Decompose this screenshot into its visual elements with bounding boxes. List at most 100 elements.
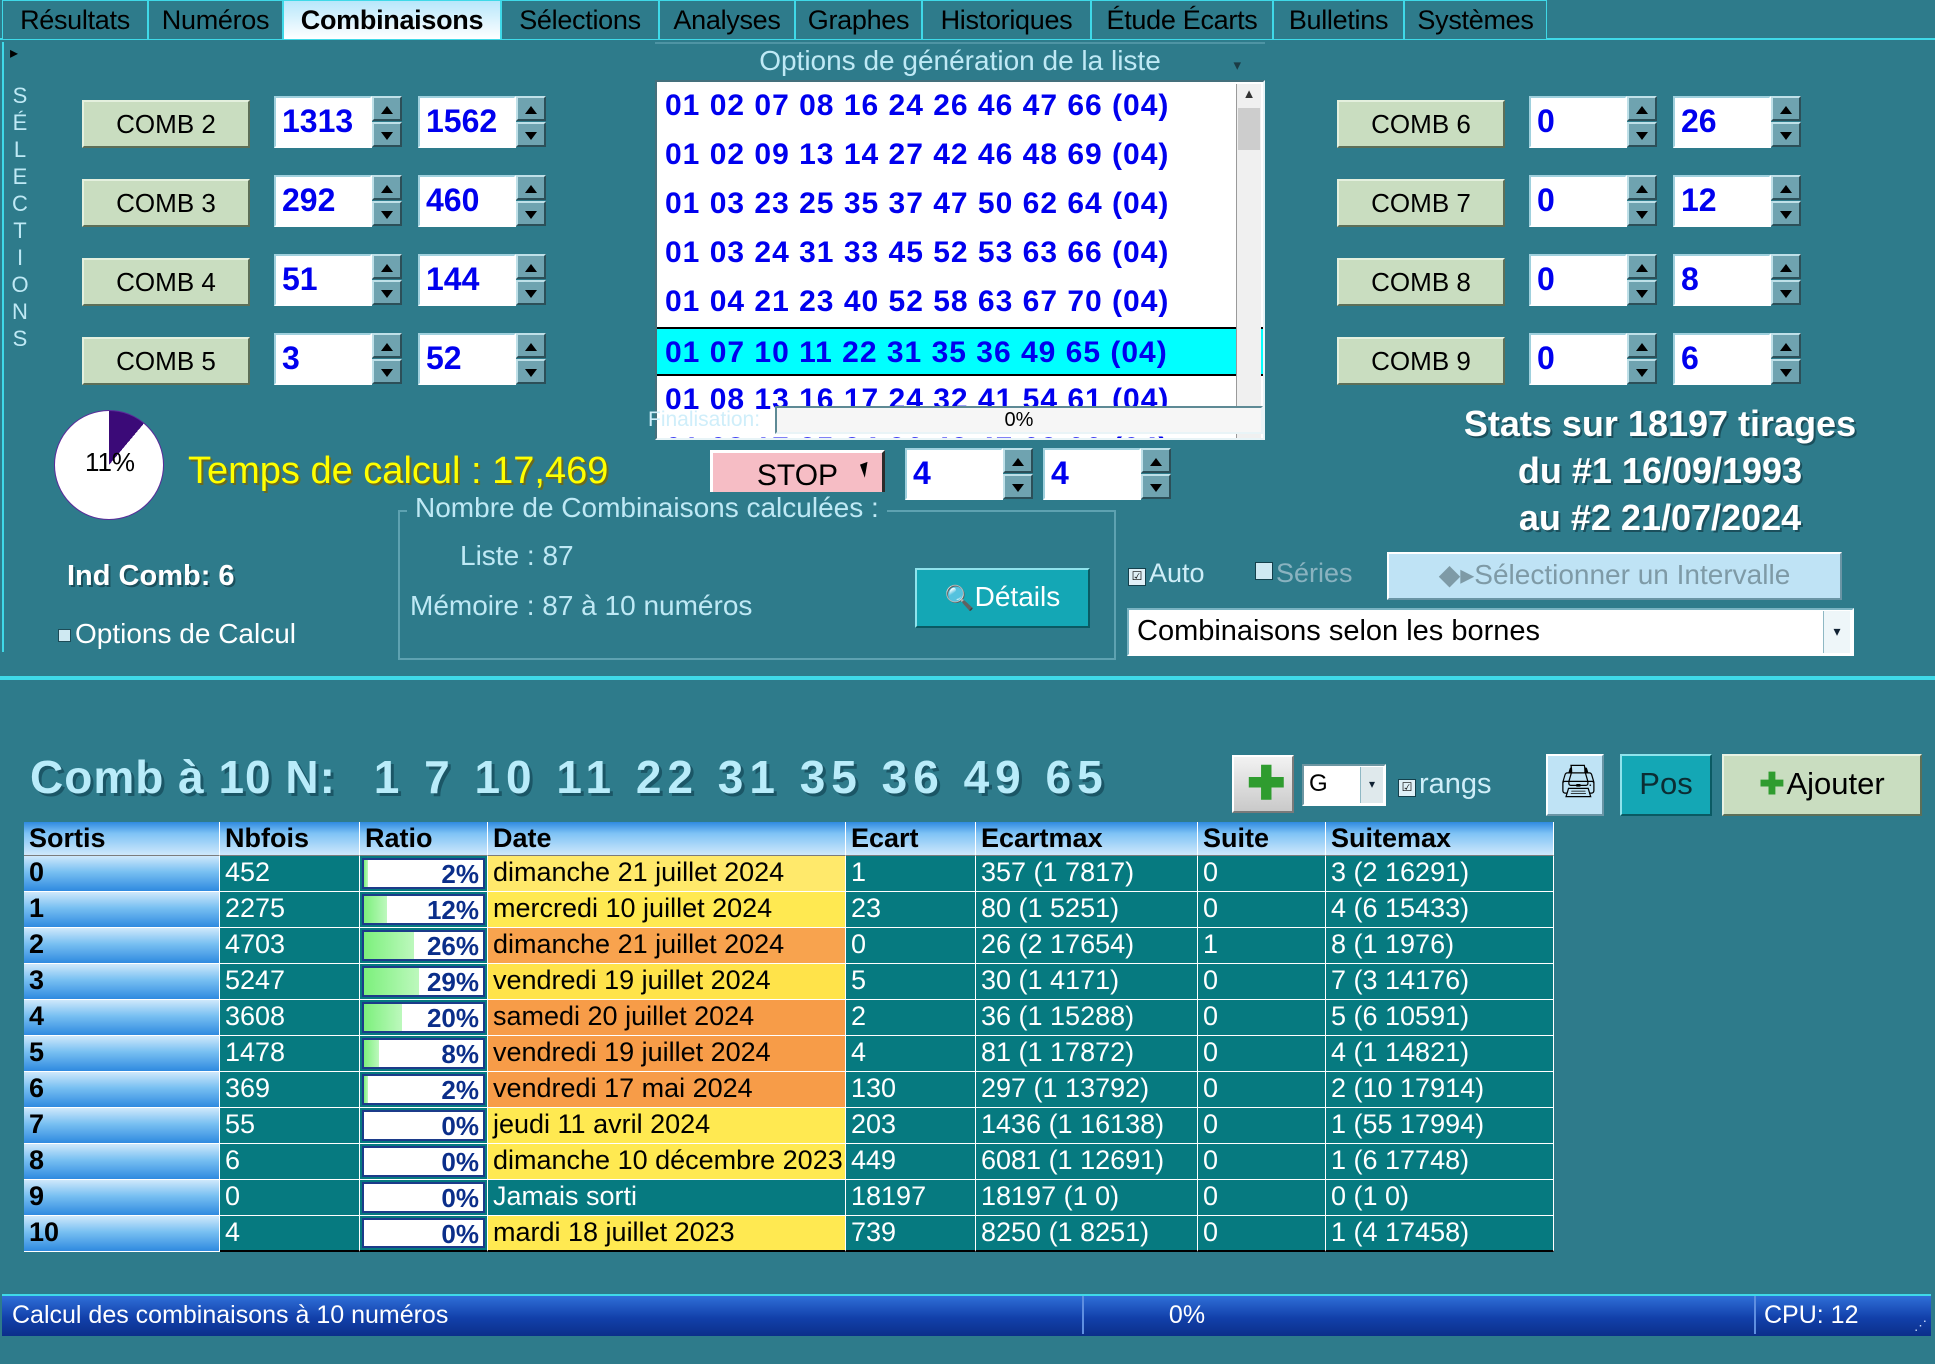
spinner-down-icon[interactable] bbox=[1141, 474, 1171, 499]
spinner-down-icon[interactable] bbox=[1627, 280, 1657, 305]
tab-syst-mes[interactable]: Systèmes bbox=[1404, 0, 1547, 40]
comb-5-max-input[interactable]: 52 bbox=[418, 333, 516, 385]
spinner-down-icon[interactable] bbox=[1003, 474, 1033, 499]
spinner-up-icon[interactable] bbox=[1003, 448, 1033, 473]
comb-3-min-input[interactable]: 292 bbox=[274, 175, 372, 227]
list-item[interactable]: 01 02 07 08 16 24 26 46 47 66 (04) bbox=[657, 82, 1263, 131]
comb-2-min-input[interactable]: 1313 bbox=[274, 96, 372, 148]
chevron-down-icon[interactable]: ▾ bbox=[1360, 767, 1383, 803]
spinner-down-icon[interactable] bbox=[516, 122, 546, 147]
comb-7-min-input[interactable]: 0 bbox=[1529, 175, 1627, 227]
tab-bulletins[interactable]: Bulletins bbox=[1273, 0, 1404, 40]
spinner-up-icon[interactable] bbox=[372, 96, 402, 121]
spinner-down-icon[interactable] bbox=[1627, 122, 1657, 147]
spinner-down-icon[interactable] bbox=[372, 359, 402, 384]
spinner-up-icon[interactable] bbox=[516, 96, 546, 121]
table-row[interactable]: 2 4703 26% dimanche 21 juillet 2024 0 26 (2 1… bbox=[24, 928, 1876, 964]
spinner-down-icon[interactable] bbox=[1627, 359, 1657, 384]
spinner-up-icon[interactable] bbox=[1627, 333, 1657, 358]
comb-7-max-spinner[interactable] bbox=[1771, 175, 1801, 227]
comb-4-max-spinner[interactable] bbox=[516, 254, 546, 306]
spinner-down-icon[interactable] bbox=[372, 280, 402, 305]
spinner-down-icon[interactable] bbox=[372, 122, 402, 147]
spinner-up-icon[interactable] bbox=[372, 333, 402, 358]
comb-9-min-input[interactable]: 0 bbox=[1529, 333, 1627, 385]
comb-9-min-spinner[interactable] bbox=[1627, 333, 1657, 385]
comb-3-max-input[interactable]: 460 bbox=[418, 175, 516, 227]
ajouter-button[interactable]: ✚Ajouter bbox=[1722, 754, 1922, 816]
comb-6-min-spinner[interactable] bbox=[1627, 96, 1657, 148]
comb-6-max-spinner[interactable] bbox=[1771, 96, 1801, 148]
table-row[interactable]: 0 452 2% dimanche 21 juillet 2024 1 357 (1 78… bbox=[24, 856, 1876, 892]
spinner-up-icon[interactable] bbox=[372, 175, 402, 200]
scrollbar-thumb[interactable] bbox=[1238, 108, 1260, 150]
combinations-listbox[interactable]: 01 02 07 08 16 24 26 46 47 66 (04) 01 02 … bbox=[655, 80, 1265, 440]
spinner-up-icon[interactable] bbox=[372, 254, 402, 279]
tab-num-ros[interactable]: Numéros bbox=[148, 0, 283, 40]
comb-8-min-spinner[interactable] bbox=[1627, 254, 1657, 306]
spinner-down-icon[interactable] bbox=[1771, 122, 1801, 147]
spinner-up-icon[interactable] bbox=[1627, 96, 1657, 121]
stop-value-input-1[interactable]: 4 bbox=[905, 448, 1003, 500]
comb-2-min-spinner[interactable] bbox=[372, 96, 402, 148]
series-checkbox[interactable]: Séries bbox=[1255, 558, 1353, 589]
spinner-down-icon[interactable] bbox=[1771, 280, 1801, 305]
listbox-scrollbar[interactable]: ▲ ▼ bbox=[1236, 84, 1261, 438]
comb-8-max-input[interactable]: 8 bbox=[1673, 254, 1771, 306]
comb-2-max-input[interactable]: 1562 bbox=[418, 96, 516, 148]
comb-5-min-spinner[interactable] bbox=[372, 333, 402, 385]
print-button[interactable]: 🖨 bbox=[1546, 754, 1604, 816]
table-row[interactable]: 1 2275 12% mercredi 10 juillet 2024 23 80 (1 … bbox=[24, 892, 1876, 928]
comb-6-button[interactable]: COMB 6 bbox=[1337, 100, 1505, 148]
spinner-up-icon[interactable] bbox=[1771, 333, 1801, 358]
spinner-down-icon[interactable] bbox=[516, 359, 546, 384]
tab-r-sultats[interactable]: Résultats bbox=[2, 0, 148, 40]
comb-7-min-spinner[interactable] bbox=[1627, 175, 1657, 227]
comb-3-min-spinner[interactable] bbox=[372, 175, 402, 227]
generation-collapse-icon[interactable]: ▾ bbox=[1233, 56, 1241, 74]
group-select[interactable]: G ▾ bbox=[1302, 764, 1386, 806]
comb-2-max-spinner[interactable] bbox=[516, 96, 546, 148]
comb-6-max-input[interactable]: 26 bbox=[1673, 96, 1771, 148]
table-row[interactable]: 9 0 0% Jamais sorti 18197 18197 (1 0) 0 0 (1 0) bbox=[24, 1180, 1876, 1216]
spinner-down-icon[interactable] bbox=[1627, 201, 1657, 226]
spinner-up-icon[interactable] bbox=[1141, 448, 1171, 473]
table-row[interactable]: 4 3608 20% samedi 20 juillet 2024 2 36 (1 152… bbox=[24, 1000, 1876, 1036]
tab-combinaisons[interactable]: Combinaisons bbox=[283, 0, 501, 40]
spinner-down-icon[interactable] bbox=[516, 280, 546, 305]
list-item[interactable]: 01 03 24 31 33 45 52 53 63 66 (04) bbox=[657, 229, 1263, 278]
tab-s-lections[interactable]: Sélections bbox=[501, 0, 659, 40]
comb-4-max-input[interactable]: 144 bbox=[418, 254, 516, 306]
spinner-up-icon[interactable] bbox=[516, 254, 546, 279]
spinner-up-icon[interactable] bbox=[1771, 254, 1801, 279]
spinner-up-icon[interactable] bbox=[1627, 175, 1657, 200]
rangs-checkbox[interactable]: ☑ rangs bbox=[1398, 768, 1492, 801]
comb-2-button[interactable]: COMB 2 bbox=[82, 100, 250, 148]
comb-8-max-spinner[interactable] bbox=[1771, 254, 1801, 306]
comb-4-button[interactable]: COMB 4 bbox=[82, 258, 250, 306]
pos-button[interactable]: Pos bbox=[1620, 754, 1712, 816]
spinner-up-icon[interactable] bbox=[516, 333, 546, 358]
details-button[interactable]: 🔍Détails bbox=[915, 568, 1090, 628]
spinner-down-icon[interactable] bbox=[1771, 201, 1801, 226]
comb-6-min-input[interactable]: 0 bbox=[1529, 96, 1627, 148]
list-item[interactable]: 01 04 21 23 40 52 58 63 67 70 (04) bbox=[657, 278, 1263, 327]
table-row[interactable]: 7 55 0% jeudi 11 avril 2024 203 1436 (1 16138… bbox=[24, 1108, 1876, 1144]
list-item[interactable]: 01 02 09 13 14 27 42 46 48 69 (04) bbox=[657, 131, 1263, 180]
comb-3-button[interactable]: COMB 3 bbox=[82, 179, 250, 227]
add-green-plus-button[interactable]: ✚ bbox=[1232, 755, 1294, 813]
comb-4-min-input[interactable]: 51 bbox=[274, 254, 372, 306]
comb-5-min-input[interactable]: 3 bbox=[274, 333, 372, 385]
comb-3-max-spinner[interactable] bbox=[516, 175, 546, 227]
table-row[interactable]: 6 369 2% vendredi 17 mai 2024 130 297 (1 1379… bbox=[24, 1072, 1876, 1108]
comb-9-max-spinner[interactable] bbox=[1771, 333, 1801, 385]
tab--tude-carts[interactable]: Étude Écarts bbox=[1091, 0, 1273, 40]
comb-7-button[interactable]: COMB 7 bbox=[1337, 179, 1505, 227]
list-item[interactable]: 01 03 23 25 35 37 47 50 62 64 (04) bbox=[657, 180, 1263, 229]
options-de-calcul-checkbox[interactable]: Options de Calcul bbox=[58, 618, 296, 650]
spinner-down-icon[interactable] bbox=[372, 201, 402, 226]
list-item[interactable]: 01 07 10 11 22 31 35 36 49 65 (04) bbox=[657, 327, 1263, 376]
tab-graphes[interactable]: Graphes bbox=[795, 0, 922, 40]
table-row[interactable]: 8 6 0% dimanche 10 décembre 2023 449 6081 (1 … bbox=[24, 1144, 1876, 1180]
tab-historiques[interactable]: Historiques bbox=[922, 0, 1091, 40]
